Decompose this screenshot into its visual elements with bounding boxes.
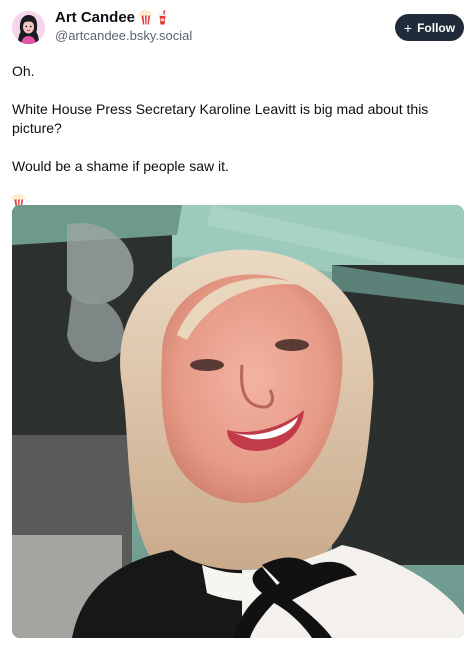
- post-card: Art Candee @artcandee.bsky.social + Foll…: [0, 0, 476, 649]
- author-names: Art Candee @artcandee.bsky.social: [55, 10, 192, 42]
- post-paragraph: Oh.: [12, 63, 35, 79]
- avatar[interactable]: [12, 11, 45, 44]
- post-paragraph: White House Press Secretary Karoline Lea…: [12, 101, 429, 136]
- follow-button[interactable]: + Follow: [395, 14, 464, 41]
- photo: [12, 205, 464, 638]
- avatar-image: [12, 11, 45, 44]
- follow-button-label: Follow: [417, 20, 456, 35]
- drink-icon: [156, 10, 169, 25]
- post-header: Art Candee @artcandee.bsky.social + Foll…: [12, 10, 464, 50]
- plus-icon: +: [403, 19, 413, 36]
- post-paragraph: Would be a shame if people saw it.: [12, 158, 229, 174]
- post-text: Oh. White House Press Secretary Karoline…: [12, 62, 464, 214]
- popcorn-icon: [139, 10, 152, 25]
- post-image[interactable]: [12, 205, 464, 638]
- author-handle[interactable]: @artcandee.bsky.social: [55, 29, 192, 42]
- display-name[interactable]: Art Candee: [55, 10, 135, 25]
- display-name-row: Art Candee: [55, 10, 192, 25]
